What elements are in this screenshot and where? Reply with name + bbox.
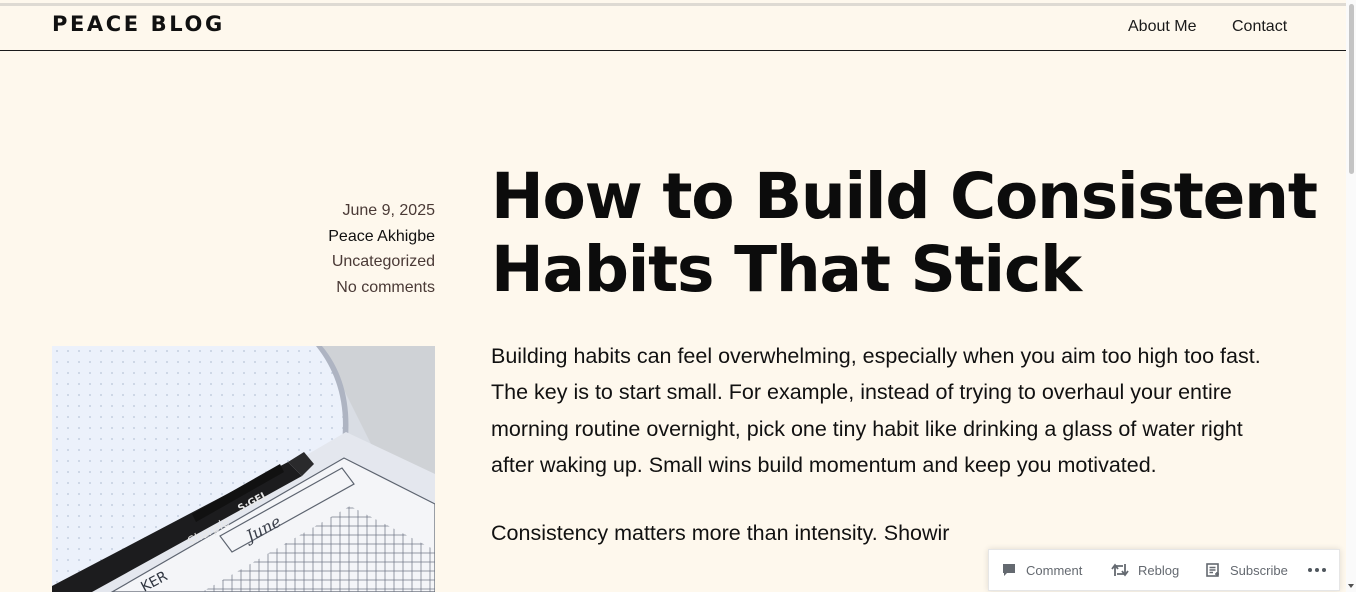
comment-icon xyxy=(1003,564,1015,576)
reblog-icon xyxy=(1111,563,1129,577)
site-title[interactable]: PEACE BLOG xyxy=(52,12,225,36)
post-paragraph-2: Consistency matters more than intensity.… xyxy=(491,521,950,546)
scroll-down-arrow-icon[interactable] xyxy=(1348,584,1354,588)
post-content: Building habits can feel overwhelming, e… xyxy=(491,338,1291,583)
post-comments-link[interactable]: No comments xyxy=(328,275,435,301)
post-title-line-2: Habits That Stick xyxy=(491,233,1082,306)
post-author[interactable]: Peace Akhigbe xyxy=(328,224,435,250)
post-date[interactable]: June 9, 2025 xyxy=(328,198,435,224)
reblog-label: Reblog xyxy=(1138,562,1180,578)
scrollbar[interactable] xyxy=(1346,0,1356,592)
subscribe-button[interactable]: Subscribe xyxy=(1205,550,1288,590)
post-paragraph-1: Building habits can feel overwhelming, e… xyxy=(491,344,1261,477)
post-category[interactable]: Uncategorized xyxy=(328,249,435,275)
comment-label: Comment xyxy=(1026,562,1083,578)
post-meta: June 9, 2025 Peace Akhigbe Uncategorized… xyxy=(328,198,435,301)
post-title-line-1: How to Build Consistent xyxy=(491,160,1318,233)
reblog-button[interactable]: Reblog xyxy=(1111,550,1179,590)
more-options-button[interactable] xyxy=(1307,550,1336,590)
post-title: How to Build Consistent Habits That Stic… xyxy=(491,160,1331,306)
subscribe-label: Subscribe xyxy=(1230,562,1288,578)
scrollbar-thumb[interactable] xyxy=(1349,4,1354,174)
nav-about-me[interactable]: About Me xyxy=(1128,18,1196,36)
action-bar: Comment Reblog Subscribe xyxy=(988,549,1340,591)
comment-button[interactable]: Comment xyxy=(1001,550,1082,590)
ellipsis-icon xyxy=(1308,568,1326,572)
featured-image-drawing: Sharpie S·GEL June KER xyxy=(52,346,435,592)
page: PEACE BLOG About Me Contact June 9, 2025… xyxy=(0,0,1356,592)
subscribe-icon xyxy=(1206,563,1219,577)
featured-image: Sharpie S·GEL June KER xyxy=(52,346,435,592)
site-header: PEACE BLOG About Me Contact xyxy=(0,6,1346,51)
nav-contact[interactable]: Contact xyxy=(1232,18,1287,36)
